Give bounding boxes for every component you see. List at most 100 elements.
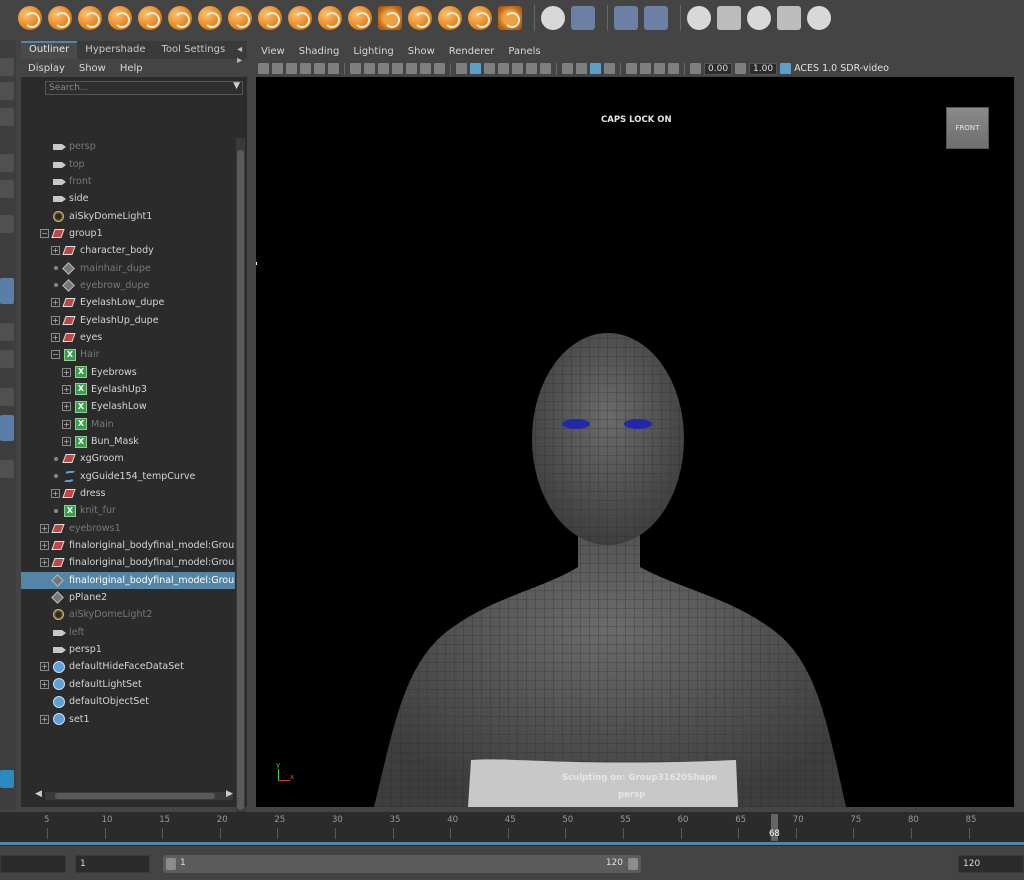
bookmark-icon[interactable]: [286, 63, 297, 74]
type-icon[interactable]: [571, 6, 595, 30]
expand-icon[interactable]: +: [62, 402, 71, 412]
pyramid-icon[interactable]: [258, 6, 282, 30]
pipe-icon[interactable]: [318, 6, 342, 30]
film-gate-icon[interactable]: [364, 63, 375, 74]
time-slider[interactable]: 5 10 15 20 25 30 35 40 45 50 55 60 65 70 75 80 85 68: [0, 812, 1024, 846]
svg-icon[interactable]: [541, 6, 565, 30]
menu-view[interactable]: View: [261, 46, 285, 57]
spherical-harmonics-icon[interactable]: [468, 6, 492, 30]
outliner-search-input[interactable]: Search... ▼: [45, 81, 243, 95]
poly-plane-icon[interactable]: [168, 6, 192, 30]
outliner-item[interactable]: defaultObjectSet: [21, 693, 235, 710]
wireframe-icon[interactable]: [456, 63, 467, 74]
outliner-item[interactable]: + defaultHideFaceDataSet: [21, 658, 235, 675]
outliner-item[interactable]: mainhair_dupe: [21, 259, 235, 276]
expand-icon[interactable]: +: [40, 662, 49, 672]
screen-space-ao-icon[interactable]: [562, 63, 573, 74]
menu-show[interactable]: Show: [408, 46, 435, 57]
outliner-item[interactable]: + finaloriginal_bodyfinal_model:Group3: [21, 554, 235, 571]
lasso-tool-icon[interactable]: [0, 82, 14, 100]
poly-cube-icon[interactable]: [48, 6, 72, 30]
outliner-item[interactable]: aiSkyDomeLight2: [21, 606, 235, 623]
resolution-gate-icon[interactable]: [378, 63, 389, 74]
outliner-item[interactable]: + EyelashLow_dupe: [21, 294, 235, 311]
expand-icon[interactable]: +: [40, 523, 49, 533]
outliner-item[interactable]: + X Eyebrows: [21, 363, 235, 380]
outliner-item[interactable]: + X Main: [21, 416, 235, 433]
outliner-item[interactable]: front: [21, 173, 235, 190]
paint-select-tool-icon[interactable]: [0, 108, 14, 126]
outliner-item[interactable]: side: [21, 190, 235, 207]
soft-mod-icon[interactable]: [807, 6, 831, 30]
expand-icon[interactable]: +: [51, 246, 60, 256]
scroll-left-icon[interactable]: ◀: [35, 789, 42, 799]
move-tool-icon[interactable]: [0, 154, 14, 172]
menu-panels[interactable]: Panels: [508, 46, 540, 57]
layout-icon[interactable]: [644, 6, 668, 30]
playback-start-field[interactable]: 1: [75, 855, 150, 873]
menu-shading[interactable]: Shading: [299, 46, 340, 57]
outliner-item[interactable]: eyebrow_dupe: [21, 277, 235, 294]
safe-action-icon[interactable]: [420, 63, 431, 74]
collapse-icon[interactable]: −: [51, 350, 60, 360]
platonic-icon[interactable]: [228, 6, 252, 30]
wireframe-on-shaded-icon[interactable]: [484, 63, 495, 74]
outliner-vertical-scrollbar[interactable]: [236, 138, 245, 818]
color-management-icon[interactable]: [780, 63, 792, 74]
grease-pencil-icon[interactable]: [328, 63, 339, 74]
outliner-item[interactable]: − X Hair: [21, 346, 235, 363]
default-material-icon[interactable]: [498, 63, 509, 74]
character-model[interactable]: [256, 77, 1014, 807]
expand-icon[interactable]: +: [51, 315, 60, 325]
expand-icon[interactable]: +: [40, 541, 49, 551]
shadows-icon[interactable]: [540, 63, 551, 74]
gate-mask-icon[interactable]: [392, 63, 403, 74]
poly-cone-icon[interactable]: [108, 6, 132, 30]
viewport-canvas[interactable]: CAPS LOCK ON FRONT y x Sculpting on: Gro…: [256, 77, 1014, 807]
deformer-icon[interactable]: [717, 6, 741, 30]
outliner-item[interactable]: left: [21, 624, 235, 641]
tab-scroll-arrows-icon[interactable]: ◂ ▸: [233, 41, 247, 66]
outliner-layout-icon[interactable]: [0, 415, 14, 441]
ultra-shape-icon[interactable]: [498, 6, 522, 30]
collapse-icon[interactable]: −: [40, 228, 49, 238]
playback-end-field[interactable]: 120: [958, 855, 1024, 873]
poly-torus-icon[interactable]: [138, 6, 162, 30]
soccer-ball-icon[interactable]: [408, 6, 432, 30]
outliner-item[interactable]: aiSkyDomeLight1: [21, 207, 235, 224]
expand-icon[interactable]: +: [40, 714, 49, 724]
range-bar[interactable]: 1 120: [163, 855, 641, 873]
xray-icon[interactable]: [640, 63, 651, 74]
menu-show[interactable]: Show: [79, 63, 106, 74]
helix-icon[interactable]: [348, 6, 372, 30]
scroll-right-icon[interactable]: ▶: [226, 789, 233, 799]
single-perspective-layout-icon[interactable]: [0, 323, 14, 341]
outliner-item[interactable]: + X EyelashLow: [21, 398, 235, 415]
use-all-lights-icon[interactable]: [526, 63, 537, 74]
four-view-layout-icon[interactable]: [0, 350, 14, 368]
rotate-tool-icon[interactable]: [0, 180, 14, 198]
tab-hypershade[interactable]: Hypershade: [77, 41, 153, 59]
motion-blur-icon[interactable]: [576, 63, 587, 74]
menu-lighting[interactable]: Lighting: [353, 46, 393, 57]
search-icon[interactable]: [0, 460, 14, 478]
outliner-item[interactable]: finaloriginal_bodyfinal_model:Group3: [21, 571, 235, 589]
textured-icon[interactable]: [512, 63, 523, 74]
outliner-item[interactable]: + X Bun_Mask: [21, 433, 235, 450]
persp-outliner-layout-icon[interactable]: [0, 388, 14, 406]
outliner-item[interactable]: + eyebrows1: [21, 520, 235, 537]
menu-help[interactable]: Help: [120, 63, 143, 74]
multisample-aa-icon[interactable]: [590, 63, 601, 74]
menu-renderer[interactable]: Renderer: [449, 46, 495, 57]
uv-editor-icon[interactable]: [614, 6, 638, 30]
range-start-handle[interactable]: [166, 858, 176, 870]
outliner-item[interactable]: + character_body: [21, 242, 235, 259]
outliner-item[interactable]: persp1: [21, 641, 235, 658]
gamma-field[interactable]: 1.00: [749, 62, 778, 75]
scrollbar-thumb[interactable]: [55, 793, 215, 799]
smooth-shade-icon[interactable]: [470, 63, 481, 74]
grid-icon[interactable]: [350, 63, 361, 74]
poly-disc-icon[interactable]: [198, 6, 222, 30]
select-camera-icon[interactable]: [258, 63, 269, 74]
outliner-item[interactable]: + defaultLightSet: [21, 676, 235, 693]
